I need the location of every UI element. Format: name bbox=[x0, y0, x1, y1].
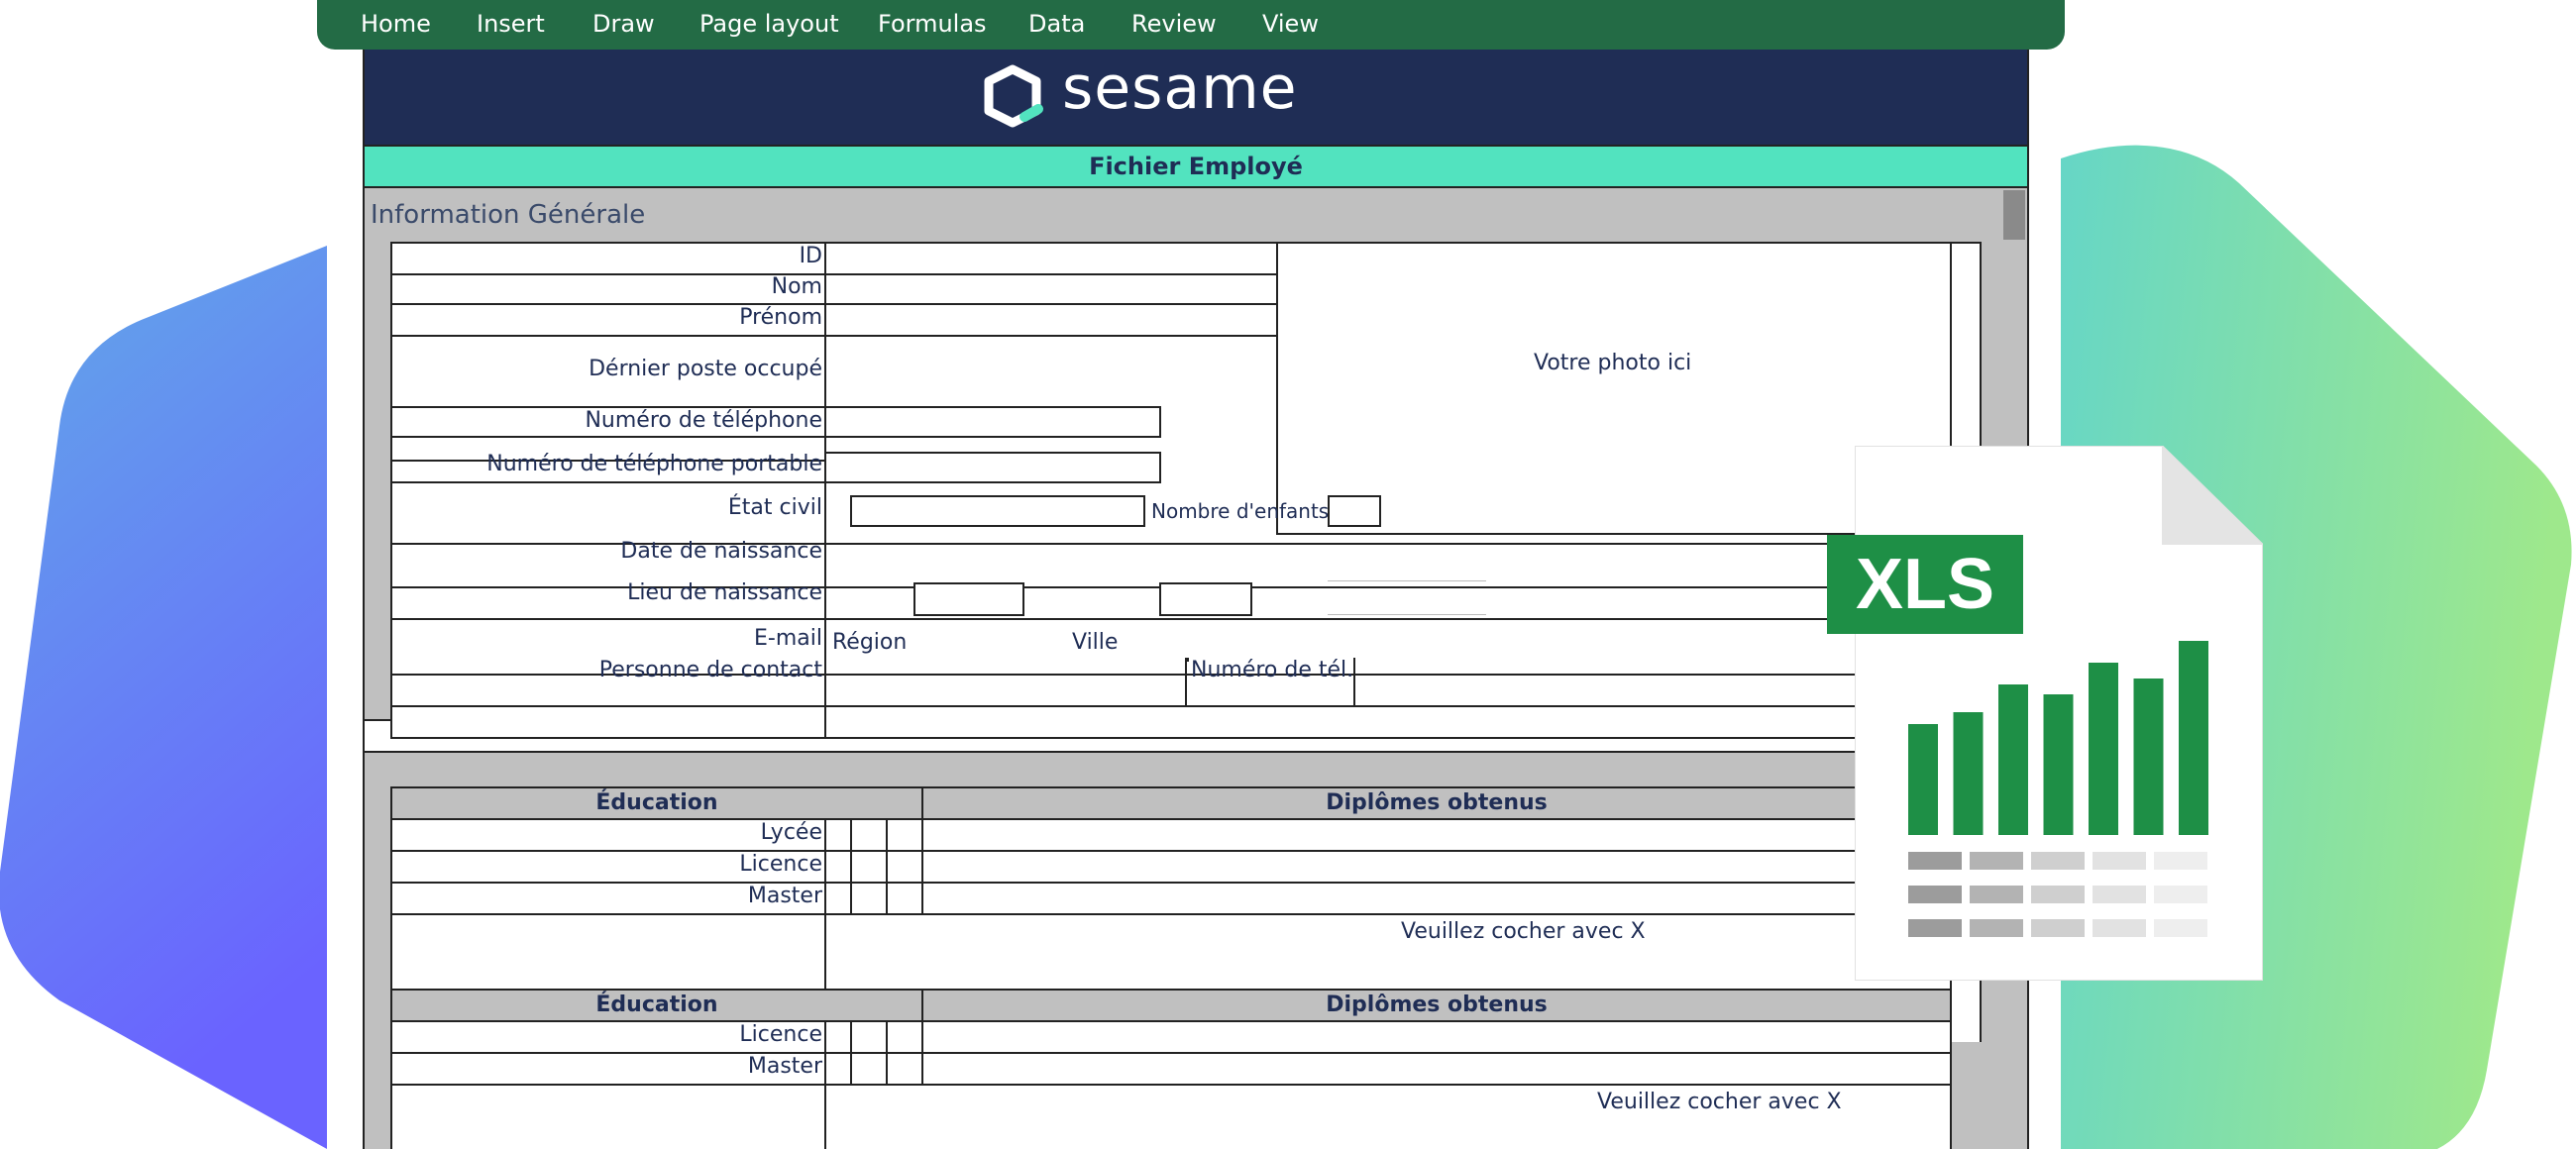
label-lieu-naissance: Lieu de naissance bbox=[627, 580, 822, 605]
brand-logo-text: sesame bbox=[1062, 53, 1298, 123]
label-date-naissance: Date de naissance bbox=[620, 539, 822, 564]
education-1-row-lycee: Lycée bbox=[760, 820, 822, 845]
file-chart-bar bbox=[2179, 641, 2208, 835]
label-ville: Ville bbox=[1072, 630, 1119, 655]
telephone-portable-input[interactable] bbox=[824, 452, 1161, 483]
background-shape-left bbox=[0, 246, 327, 1149]
ville-input[interactable] bbox=[1159, 582, 1252, 616]
telephone-input[interactable] bbox=[824, 406, 1161, 438]
label-numero-tel: Numéro de tél. bbox=[1191, 658, 1354, 682]
file-chart-bar bbox=[2043, 694, 2074, 835]
label-email: E-mail bbox=[754, 626, 822, 651]
file-chart-bar bbox=[1998, 684, 2028, 835]
sheet-title: Fichier Employé bbox=[365, 145, 2027, 188]
file-chart-bar bbox=[1908, 724, 1938, 835]
file-chart-bar bbox=[2089, 663, 2118, 835]
file-chart-bar bbox=[2133, 679, 2164, 835]
label-prenom: Prénom bbox=[739, 305, 822, 330]
region-input[interactable] bbox=[913, 582, 1024, 616]
file-grid-cells bbox=[1908, 852, 2207, 937]
file-chart-bar bbox=[1953, 712, 1984, 835]
menu-draw[interactable]: Draw bbox=[592, 10, 655, 38]
education-2-header-diplomes: Diplômes obtenus bbox=[923, 991, 1950, 1020]
etat-civil-input[interactable] bbox=[850, 495, 1145, 527]
education-2-row-master: Master bbox=[747, 1054, 822, 1079]
menu-insert[interactable]: Insert bbox=[477, 10, 545, 38]
brand-header: sesame bbox=[365, 50, 2027, 145]
spreadsheet: sesame Fichier Employé Information Génér… bbox=[363, 50, 2029, 1149]
ribbon-menu-bar: Home Insert Draw Page layout Formulas Da… bbox=[317, 0, 2065, 50]
education-2-note: Veuillez cocher avec X bbox=[1597, 1090, 1842, 1114]
menu-review[interactable]: Review bbox=[1131, 10, 1217, 38]
nombre-enfants-input[interactable] bbox=[1328, 495, 1381, 527]
sesame-logo-icon bbox=[984, 64, 1043, 128]
label-nom: Nom bbox=[771, 274, 822, 299]
menu-page-layout[interactable]: Page layout bbox=[699, 10, 839, 38]
label-dernier-poste: Dérnier poste occupé bbox=[589, 357, 822, 381]
label-telephone: Numéro de téléphone bbox=[585, 408, 822, 433]
education-2-row-licence: Licence bbox=[739, 1022, 822, 1047]
menu-home[interactable]: Home bbox=[361, 10, 431, 38]
label-etat-civil: État civil bbox=[727, 495, 822, 520]
education-2-header-education: Éducation bbox=[392, 991, 921, 1020]
education-1-row-licence: Licence bbox=[739, 852, 822, 877]
education-1-header-diplomes: Diplômes obtenus bbox=[923, 788, 1950, 818]
section-title-general: Information Générale bbox=[371, 200, 646, 230]
label-personne-contact: Personne de contact bbox=[598, 658, 822, 682]
xls-file-icon bbox=[1855, 446, 2263, 981]
menu-formulas[interactable]: Formulas bbox=[878, 10, 987, 38]
xls-badge: XLS bbox=[1827, 535, 2023, 634]
education-1-header-education: Éducation bbox=[392, 788, 921, 818]
education-1-note: Veuillez cocher avec X bbox=[1401, 919, 1646, 944]
label-id: ID bbox=[799, 244, 822, 268]
menu-data[interactable]: Data bbox=[1028, 10, 1085, 38]
menu-view[interactable]: View bbox=[1262, 10, 1319, 38]
vertical-scrollbar-thumb[interactable] bbox=[2003, 190, 2025, 240]
education-1-row-master: Master bbox=[747, 884, 822, 908]
label-region: Région bbox=[832, 630, 908, 655]
label-telephone-portable: Numéro de téléphone portable bbox=[486, 452, 822, 476]
label-nombre-enfants: Nombre d'enfants bbox=[1151, 499, 1330, 523]
education-table-2 bbox=[392, 1022, 1950, 1149]
photo-placeholder[interactable]: Votre photo ici bbox=[1534, 351, 1691, 375]
